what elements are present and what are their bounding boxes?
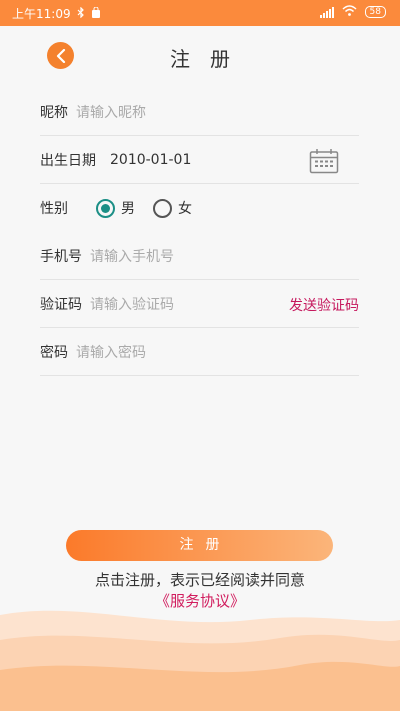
nickname-input[interactable]: 请输入昵称: [76, 102, 146, 122]
password-input[interactable]: 请输入密码: [76, 342, 146, 362]
phone-label: 手机号: [40, 248, 82, 265]
battery-icon: 58: [364, 6, 386, 18]
birthday-row: 出生日期 2010-01-01: [40, 136, 359, 184]
gender-female-radio[interactable]: 女: [153, 198, 192, 218]
nickname-row: 昵称 请输入昵称: [40, 88, 359, 136]
phone-row: 手机号 请输入手机号: [40, 232, 359, 280]
shopping-bag-icon: [91, 6, 101, 21]
service-agreement-link[interactable]: 《服务协议》: [0, 590, 400, 611]
radio-checked-icon: [96, 198, 115, 218]
signal-icon: [319, 6, 334, 18]
birthday-label: 出生日期: [40, 152, 96, 169]
send-code-button[interactable]: 发送验证码: [289, 295, 359, 315]
gender-male-radio[interactable]: 男: [96, 198, 135, 218]
gender-male-label: 男: [121, 201, 135, 217]
nickname-label: 昵称: [40, 104, 68, 121]
code-row: 验证码 请输入验证码 发送验证码: [40, 280, 359, 328]
gender-row: 性别 男 女: [40, 184, 359, 232]
gender-radio-group: 男 女: [96, 198, 192, 218]
status-bar: 上午11:09 58: [0, 0, 400, 26]
bluetooth-icon: [77, 6, 85, 21]
password-row: 密码 请输入密码: [40, 328, 359, 376]
header: 注册: [0, 26, 400, 86]
wifi-icon: [342, 5, 357, 19]
agreement-text: 点击注册，表示已经阅读并同意: [94, 571, 305, 589]
code-input[interactable]: 请输入验证码: [90, 294, 174, 314]
password-label: 密码: [40, 344, 68, 361]
calendar-icon[interactable]: [309, 148, 339, 178]
status-time: 上午11:09: [12, 7, 71, 21]
radio-unchecked-icon: [153, 198, 172, 218]
status-left: 上午11:09: [12, 5, 101, 22]
register-form: 昵称 请输入昵称 出生日期 2010-01-01 性别 男 女 手机号 请输入手…: [40, 88, 359, 376]
gender-label: 性别: [40, 201, 68, 217]
birthday-value[interactable]: 2010-01-01: [110, 152, 191, 168]
code-label: 验证码: [40, 296, 82, 313]
register-button[interactable]: 注册: [66, 530, 333, 561]
gender-female-label: 女: [178, 201, 192, 217]
status-right: 58: [319, 5, 386, 19]
decorative-waves: [0, 610, 400, 711]
page-title: 注册: [170, 47, 250, 71]
phone-input[interactable]: 请输入手机号: [90, 246, 174, 266]
